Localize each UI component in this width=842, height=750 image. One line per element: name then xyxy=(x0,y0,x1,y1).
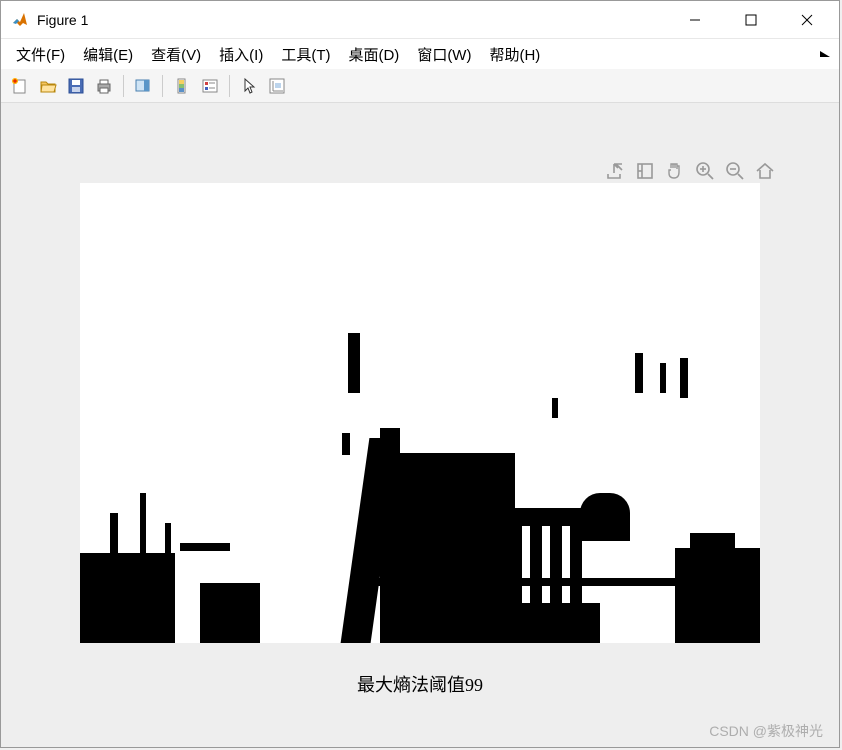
edit-plot-button[interactable] xyxy=(130,73,156,99)
menu-insert[interactable]: 插入(I) xyxy=(210,40,272,69)
dock-arrow-icon[interactable] xyxy=(819,49,831,66)
matlab-icon xyxy=(11,11,29,29)
menu-bar: 文件(F) 编辑(E) 查看(V) 插入(I) 工具(T) 桌面(D) 窗口(W… xyxy=(1,39,839,69)
save-button[interactable] xyxy=(63,73,89,99)
pointer-button[interactable] xyxy=(236,73,262,99)
figure-window: Figure 1 文件(F) 编辑(E) 查看(V) 插入(I) 工具(T) 桌… xyxy=(0,0,840,748)
close-button[interactable] xyxy=(779,2,835,38)
figure-caption: 最大熵法阈值99 xyxy=(357,671,483,697)
menu-edit[interactable]: 编辑(E) xyxy=(74,40,142,69)
menu-help[interactable]: 帮助(H) xyxy=(480,40,549,69)
print-button[interactable] xyxy=(91,73,117,99)
toolbar-separator xyxy=(229,75,230,97)
image-canvas xyxy=(80,183,760,643)
pan-icon[interactable] xyxy=(663,159,687,183)
menu-window[interactable]: 窗口(W) xyxy=(408,40,480,69)
window-title: Figure 1 xyxy=(37,12,667,28)
menu-tools[interactable]: 工具(T) xyxy=(272,40,339,69)
menu-view[interactable]: 查看(V) xyxy=(142,40,210,69)
maximize-button[interactable] xyxy=(723,2,779,38)
new-figure-button[interactable] xyxy=(7,73,33,99)
toolbar-separator xyxy=(162,75,163,97)
minimize-button[interactable] xyxy=(667,2,723,38)
open-button[interactable] xyxy=(35,73,61,99)
insert-legend-button[interactable] xyxy=(197,73,223,99)
insert-colorbar-button[interactable] xyxy=(169,73,195,99)
home-icon[interactable] xyxy=(753,159,777,183)
axes-toolbar xyxy=(603,159,777,183)
link-brush-button[interactable] xyxy=(264,73,290,99)
figure-area: 最大熵法阈值99 CSDN @紫极神光 xyxy=(1,103,839,747)
zoom-in-icon[interactable] xyxy=(693,159,717,183)
menu-file[interactable]: 文件(F) xyxy=(7,40,74,69)
toolbar xyxy=(1,69,839,103)
zoom-out-icon[interactable] xyxy=(723,159,747,183)
window-controls xyxy=(667,2,835,38)
watermark-text: CSDN @紫极神光 xyxy=(709,721,823,741)
toolbar-separator xyxy=(123,75,124,97)
menu-desktop[interactable]: 桌面(D) xyxy=(339,40,408,69)
export-icon[interactable] xyxy=(603,159,627,183)
brush-icon[interactable] xyxy=(633,159,657,183)
title-bar: Figure 1 xyxy=(1,1,839,39)
